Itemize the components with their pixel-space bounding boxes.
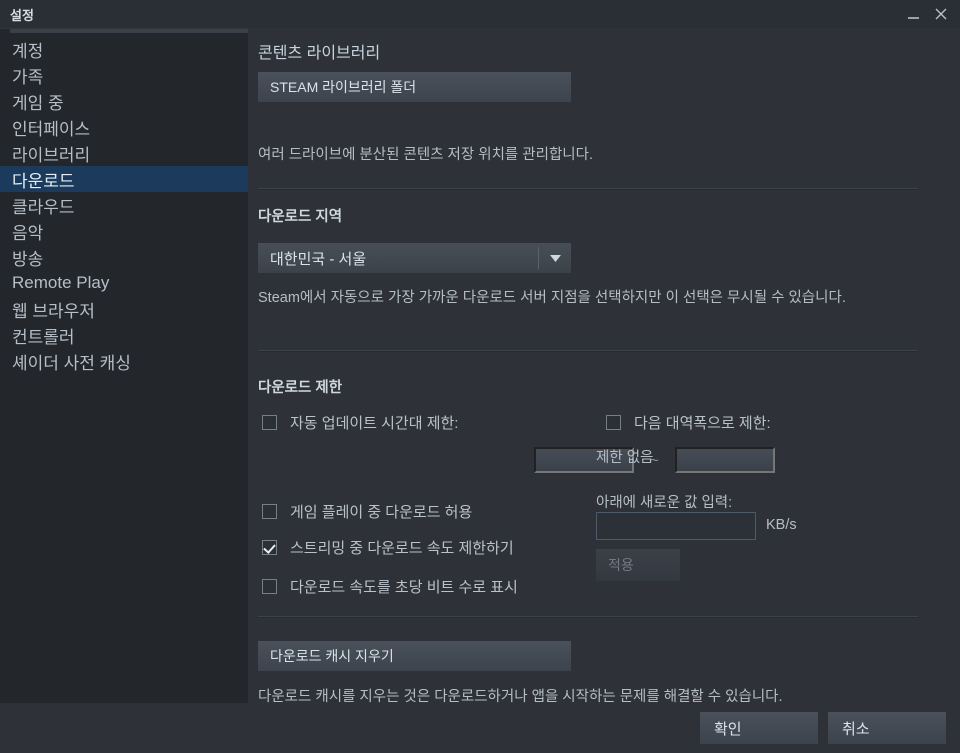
- settings-body: 계정 가족 게임 중 인터페이스 라이브러리 다운로드 클라우드 음악 방송 R…: [0, 28, 960, 705]
- title-bar: 설정: [0, 0, 960, 28]
- sidebar-item-label: 계정: [12, 41, 44, 61]
- bandwidth-value-input[interactable]: [596, 512, 756, 540]
- sidebar-item-remote-play[interactable]: Remote Play: [0, 270, 248, 296]
- sidebar-item-library[interactable]: 라이브러리: [0, 140, 248, 166]
- sidebar-item-music[interactable]: 음악: [0, 218, 248, 244]
- allow-downloads-during-gameplay-label: 게임 플레이 중 다운로드 허용: [290, 504, 473, 521]
- sidebar-item-controller[interactable]: 컨트롤러: [0, 322, 248, 348]
- bandwidth-limit-checkbox-row[interactable]: 다음 대역폭으로 제한:: [606, 412, 771, 433]
- clear-download-cache-button[interactable]: 다운로드 캐시 지우기: [258, 641, 571, 671]
- allow-downloads-during-gameplay-checkbox[interactable]: [262, 504, 277, 519]
- bandwidth-limit-checkbox[interactable]: [606, 415, 621, 430]
- bandwidth-input-row: KB/s: [596, 512, 797, 540]
- downloads-settings-panel: 콘텐츠 라이브러리 STEAM 라이브러리 폴더 여러 드라이브에 분산된 콘텐…: [248, 28, 960, 705]
- ok-button-label: 확인: [714, 720, 742, 738]
- sidebar-item-in-game[interactable]: 게임 중: [0, 88, 248, 114]
- download-restrictions-title: 다운로드 제한: [258, 380, 343, 396]
- sidebar-item-shader-pre-caching[interactable]: 셰이더 사전 캐싱: [0, 348, 248, 374]
- divider-3: [258, 616, 918, 618]
- display-rate-in-bits-label: 다운로드 속도를 초당 비트 수로 표시: [290, 579, 518, 596]
- sidebar-item-interface[interactable]: 인터페이스: [0, 114, 248, 140]
- window-title: 설정: [10, 7, 34, 23]
- sidebar-item-label: 컨트롤러: [12, 327, 75, 347]
- content-library-description: 여러 드라이브에 분산된 콘텐츠 저장 위치를 관리합니다.: [258, 147, 594, 163]
- settings-sidebar: 계정 가족 게임 중 인터페이스 라이브러리 다운로드 클라우드 음악 방송 R…: [0, 28, 248, 703]
- chevron-down-icon: [539, 254, 571, 262]
- bandwidth-limit-label: 다음 대역폭으로 제한:: [634, 415, 771, 432]
- steam-library-folders-label: STEAM 라이브러리 폴더: [270, 79, 417, 95]
- sidebar-item-web-browser[interactable]: 웹 브라우저: [0, 296, 248, 322]
- allow-downloads-during-gameplay-row[interactable]: 게임 플레이 중 다운로드 허용: [262, 501, 472, 522]
- ok-button[interactable]: 확인: [700, 712, 818, 744]
- throttle-while-streaming-label: 스트리밍 중 다운로드 속도 제한하기: [290, 540, 514, 557]
- clear-download-cache-label: 다운로드 캐시 지우기: [270, 648, 394, 664]
- auto-update-end-time-input[interactable]: [674, 447, 775, 473]
- cancel-button[interactable]: 취소: [828, 712, 946, 744]
- sidebar-item-label: 셰이더 사전 캐싱: [12, 353, 131, 373]
- sidebar-item-label: 음악: [12, 223, 44, 243]
- sidebar-item-cloud[interactable]: 클라우드: [0, 192, 248, 218]
- steam-library-folders-button[interactable]: STEAM 라이브러리 폴더: [258, 72, 571, 102]
- minimize-icon[interactable]: [900, 1, 926, 27]
- display-rate-in-bits-checkbox[interactable]: [262, 579, 277, 594]
- sidebar-item-label: 게임 중: [12, 93, 64, 113]
- download-region-dropdown[interactable]: 대한민국 - 서울: [258, 243, 571, 273]
- content-library-title: 콘텐츠 라이브러리: [258, 45, 381, 62]
- throttle-while-streaming-row[interactable]: 스트리밍 중 다운로드 속도 제한하기: [262, 537, 514, 558]
- throttle-while-streaming-checkbox[interactable]: [262, 540, 277, 555]
- download-region-selected-value: 대한민국 - 서울: [270, 250, 367, 268]
- auto-update-window-checkbox-row[interactable]: 자동 업데이트 시간대 제한:: [262, 412, 458, 433]
- sidebar-scroll-indicator[interactable]: [10, 29, 248, 33]
- sidebar-item-label: 라이브러리: [12, 145, 91, 165]
- sidebar-item-label: 인터페이스: [12, 119, 91, 139]
- auto-update-window-label: 자동 업데이트 시간대 제한:: [290, 415, 459, 432]
- sidebar-item-broadcast[interactable]: 방송: [0, 244, 248, 270]
- sidebar-item-label: 클라우드: [12, 197, 75, 217]
- divider-1: [258, 188, 918, 190]
- sidebar-item-label: 다운로드: [12, 171, 75, 191]
- bandwidth-apply-button[interactable]: 적용: [596, 549, 680, 581]
- bandwidth-current-status: 제한 없음: [596, 450, 654, 466]
- auto-update-window-checkbox[interactable]: [262, 415, 277, 430]
- window-controls: [900, 0, 954, 28]
- settings-window: 설정 계정 가족 게임 중 인터페이스 라이브러리 다운로드 클라우드 음악 방…: [0, 0, 960, 753]
- display-rate-in-bits-row[interactable]: 다운로드 속도를 초당 비트 수로 표시: [262, 576, 518, 597]
- download-region-title: 다운로드 지역: [258, 209, 343, 225]
- sidebar-item-family[interactable]: 가족: [0, 62, 248, 88]
- auto-update-time-range: ~: [534, 447, 775, 473]
- bandwidth-unit-label: KB/s: [766, 517, 797, 534]
- bandwidth-apply-label: 적용: [608, 557, 634, 573]
- sidebar-item-label: 가족: [12, 67, 44, 87]
- sidebar-item-downloads[interactable]: 다운로드: [0, 166, 248, 192]
- sidebar-item-label: 방송: [12, 249, 44, 269]
- bandwidth-input-prompt: 아래에 새로운 값 입력:: [596, 495, 733, 511]
- dialog-footer: 확인 취소: [0, 703, 960, 753]
- sidebar-item-account[interactable]: 계정: [0, 36, 248, 62]
- cancel-button-label: 취소: [842, 720, 870, 738]
- download-cache-description: 다운로드 캐시를 지우는 것은 다운로드하거나 앱을 시작하는 문제를 해결할 …: [258, 689, 783, 705]
- sidebar-item-label: Remote Play: [12, 273, 110, 292]
- divider-2: [258, 350, 918, 352]
- download-region-description: Steam에서 자동으로 가장 가까운 다운로드 서버 지점을 선택하지만 이 …: [258, 290, 846, 306]
- close-icon[interactable]: [928, 1, 954, 27]
- sidebar-item-label: 웹 브라우저: [12, 301, 95, 321]
